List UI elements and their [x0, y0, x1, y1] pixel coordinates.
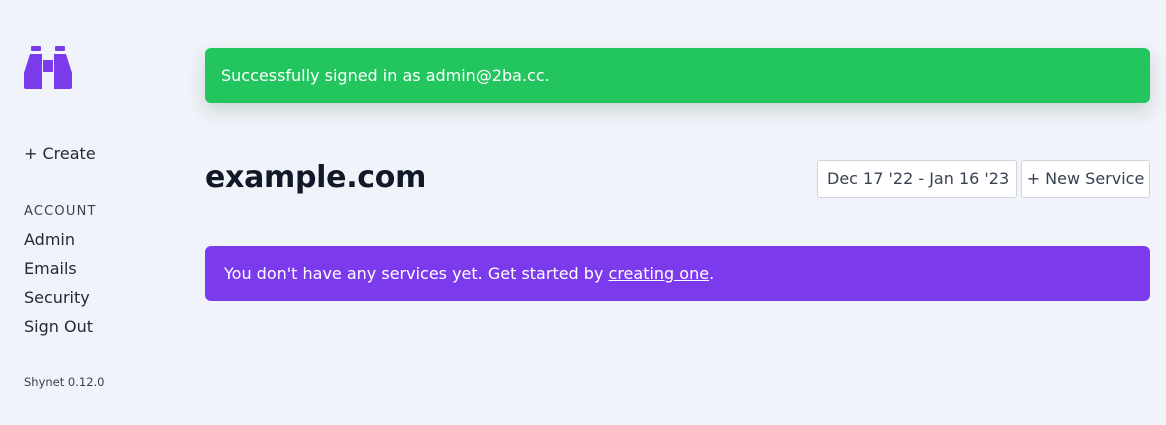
binoculars-icon[interactable]	[24, 46, 72, 90]
sidebar-item-sign-out[interactable]: Sign Out	[24, 317, 93, 346]
sidebar-item-admin[interactable]: Admin	[24, 230, 93, 259]
date-range-picker[interactable]: Dec 17 '22 - Jan 16 '23	[817, 160, 1017, 198]
sidebar-item-emails[interactable]: Emails	[24, 259, 93, 288]
sidebar-item-security[interactable]: Security	[24, 288, 93, 317]
success-alert: Successfully signed in as admin@2ba.cc.	[205, 48, 1150, 103]
empty-services-text: You don't have any services yet. Get sta…	[224, 264, 609, 283]
sidebar: + Create ACCOUNT Admin Emails Security S…	[0, 0, 180, 425]
page-title: example.com	[205, 160, 427, 195]
version-label: Shynet 0.12.0	[24, 375, 105, 389]
empty-services-suffix: .	[709, 264, 715, 283]
create-link[interactable]: + Create	[24, 144, 96, 163]
account-nav: Admin Emails Security Sign Out	[24, 230, 93, 346]
empty-services-alert: You don't have any services yet. Get sta…	[205, 246, 1150, 301]
create-service-link[interactable]: creating one	[609, 264, 710, 283]
account-section-label: ACCOUNT	[24, 204, 97, 219]
new-service-button[interactable]: + New Service	[1021, 160, 1150, 198]
